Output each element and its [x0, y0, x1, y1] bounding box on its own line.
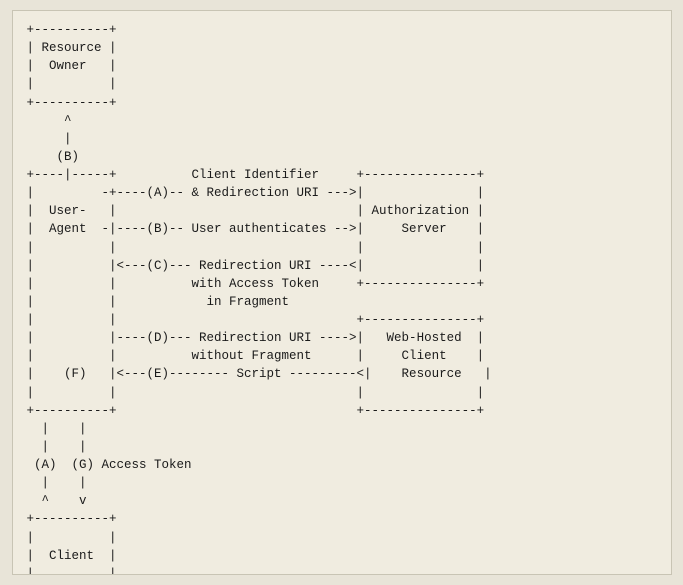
diagram-container: +----------+ | Resource | | Owner | | | … — [12, 10, 672, 575]
diagram-content: +----------+ | Resource | | Owner | | | … — [27, 21, 657, 575]
